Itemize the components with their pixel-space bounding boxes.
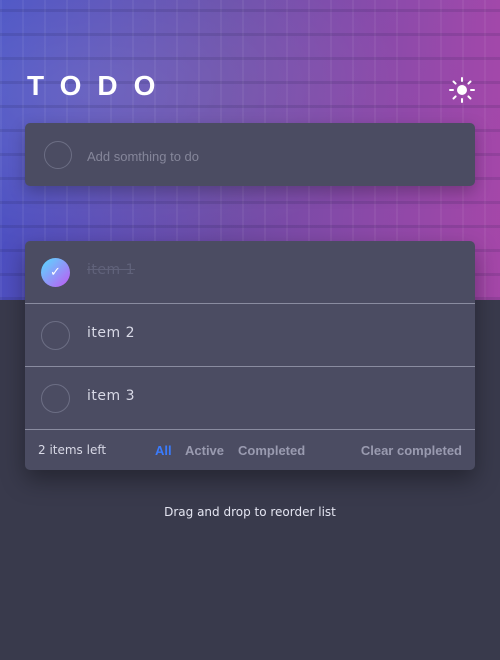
list-footer: 2 items left All Active Completed Clear … <box>25 430 475 470</box>
new-todo-circle[interactable] <box>44 141 72 169</box>
todo-item[interactable]: ✓ item 1 <box>25 241 475 304</box>
todo-list: ✓ item 1 item 2 item 3 2 items left All … <box>25 241 475 470</box>
item-label: item 3 <box>87 388 135 404</box>
items-left-count: 2 items left <box>38 443 107 457</box>
filter-all[interactable]: All <box>155 443 172 458</box>
app-title: TODO <box>27 70 172 101</box>
item-checkbox[interactable]: ✓ <box>41 258 70 287</box>
filter-active[interactable]: Active <box>185 443 224 458</box>
new-todo-input[interactable] <box>85 141 459 171</box>
clear-completed-button[interactable]: Clear completed <box>361 443 462 458</box>
new-todo-panel <box>25 123 475 186</box>
drag-hint: Drag and drop to reorder list <box>164 505 336 519</box>
check-icon: ✓ <box>50 265 61 280</box>
theme-toggle-button[interactable] <box>448 76 476 104</box>
todo-item[interactable]: item 2 <box>25 304 475 367</box>
todo-item[interactable]: item 3 <box>25 367 475 430</box>
item-label: item 1 <box>87 262 135 278</box>
sun-icon <box>449 77 475 103</box>
item-checkbox[interactable] <box>41 321 70 350</box>
filter-completed[interactable]: Completed <box>238 443 305 458</box>
item-label: item 2 <box>87 325 135 341</box>
item-checkbox[interactable] <box>41 384 70 413</box>
